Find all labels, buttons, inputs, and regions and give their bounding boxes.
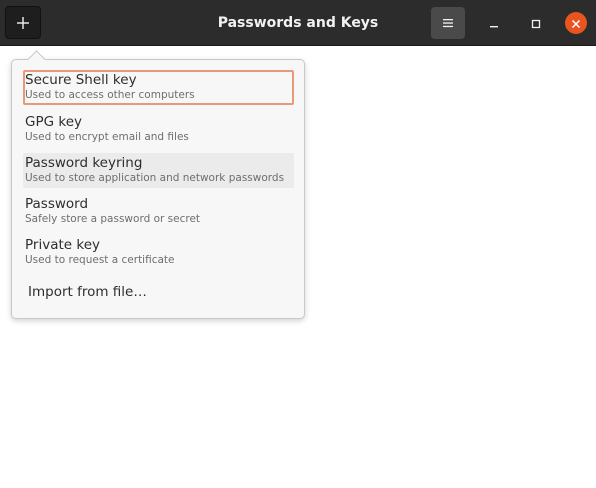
menu-item-subtitle: Used to access other computers	[25, 89, 195, 101]
menu-item-private-key[interactable]: Private key Used to request a certificat…	[23, 235, 294, 270]
menu-item-title: GPG key	[25, 114, 82, 130]
menu-item-subtitle: Safely store a password or secret	[25, 213, 201, 225]
menu-item-title: Password	[25, 196, 89, 212]
maximize-icon	[531, 14, 541, 33]
app-window: Passwords and Keys Secure Shell key Used…	[0, 0, 596, 488]
close-button[interactable]	[565, 12, 587, 34]
main-menu-button[interactable]	[431, 7, 465, 39]
window-title: Passwords and Keys	[217, 15, 379, 31]
menu-item-subtitle: Used to request a certificate	[25, 254, 175, 266]
menu-item-password-keyring[interactable]: Password keyring Used to store applicati…	[23, 153, 294, 188]
popover-arrow	[27, 50, 46, 69]
hamburger-menu-icon	[442, 14, 454, 33]
import-from-file-button[interactable]: Import from file…	[28, 284, 147, 300]
menu-item-secure-shell-key[interactable]: Secure Shell key Used to access other co…	[23, 70, 294, 105]
plus-icon	[16, 16, 30, 30]
menu-item-title: Password keyring	[25, 155, 143, 171]
menu-item-subtitle: Used to encrypt email and files	[25, 131, 189, 143]
new-item-popover: Secure Shell key Used to access other co…	[11, 50, 305, 319]
maximize-button[interactable]	[526, 13, 546, 33]
minimize-icon	[489, 14, 499, 33]
minimize-button[interactable]	[484, 13, 504, 33]
menu-item-subtitle: Used to store application and network pa…	[25, 172, 285, 184]
header-bar: Passwords and Keys	[0, 0, 596, 46]
add-button[interactable]	[5, 6, 41, 39]
menu-item-title: Secure Shell key	[25, 72, 137, 88]
menu-item-gpg-key[interactable]: GPG key Used to encrypt email and files	[23, 112, 294, 147]
menu-item-password[interactable]: Password Safely store a password or secr…	[23, 194, 294, 229]
close-icon	[571, 14, 581, 33]
menu-item-title: Private key	[25, 237, 100, 253]
